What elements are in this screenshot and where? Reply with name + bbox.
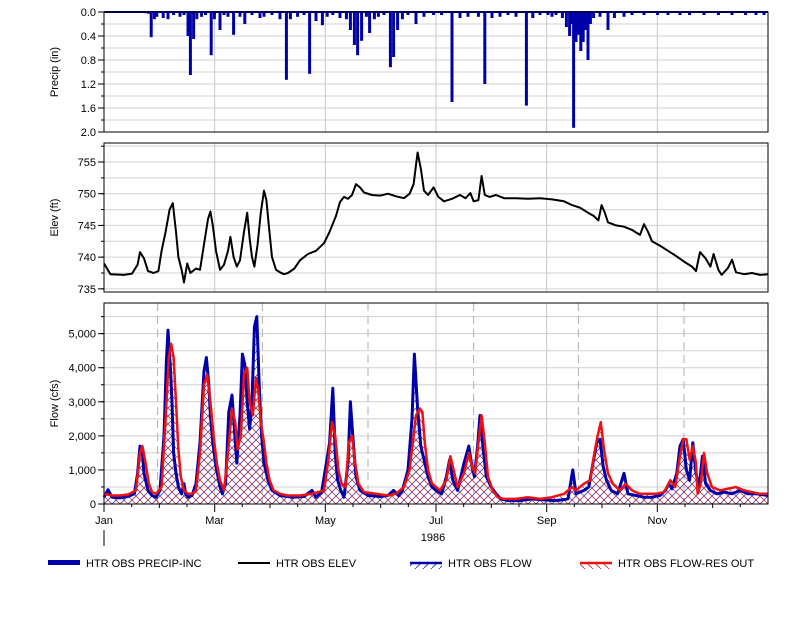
y-tick-label: 0 <box>90 499 96 511</box>
hydrograph-chart: 0.00.40.81.21.62.0Precip (in) 7357407457… <box>48 7 769 570</box>
precip-bar <box>483 12 487 84</box>
x-tick-label: Mar <box>205 515 224 527</box>
precip-bar <box>314 12 318 21</box>
y-tick-label: 1,000 <box>68 465 96 477</box>
precip-bar <box>288 12 292 20</box>
y-tick-label: 1.6 <box>81 103 96 115</box>
legend-label: HTR OBS FLOW-RES OUT <box>618 558 754 570</box>
precip-bar <box>400 12 404 20</box>
x-tick-label: Jan <box>95 515 113 527</box>
precip-bar <box>149 12 153 38</box>
x-year-label: 1986 <box>421 532 445 544</box>
y-tick-label: 735 <box>78 284 96 296</box>
y-axis-label: Precip (in) <box>49 47 61 97</box>
precip-bar <box>195 12 199 20</box>
legend-label: HTR OBS PRECIP-INC <box>86 558 202 570</box>
y-tick-label: 750 <box>78 189 96 201</box>
precip-bar <box>360 12 364 41</box>
precip-panel: 0.0 0.4 0.8 1.2 1.6 2.0 Precip (in) <box>49 7 769 139</box>
legend-label: HTR OBS FLOW <box>448 558 532 570</box>
precip-bar <box>344 12 348 20</box>
precip-bar <box>388 12 392 68</box>
precip-bar <box>320 12 324 26</box>
precip-bar <box>308 12 312 74</box>
y-tick-label: 3,000 <box>68 397 96 409</box>
precip-bar <box>414 12 418 24</box>
precip-bar <box>450 12 454 102</box>
precip-bar <box>188 12 192 75</box>
precip-bar <box>372 12 376 20</box>
y-tick-label: 5,000 <box>68 329 96 341</box>
y-tick-label: 0.0 <box>81 7 96 19</box>
precip-bar <box>209 12 213 56</box>
precip-bar <box>212 12 216 20</box>
precip-bar <box>606 12 610 30</box>
precip-bar <box>348 12 352 30</box>
precip-bar <box>218 12 222 30</box>
x-axis: 1986 Jan Mar May Jul Sep Nov <box>95 504 741 546</box>
flow-panel: 0 1,000 2,000 3,000 4,000 5,000 Flow (cfs) <box>49 302 769 511</box>
precip-bar <box>166 12 170 20</box>
x-tick-label: Jul <box>429 515 443 527</box>
y-tick-label: 745 <box>78 220 96 232</box>
x-tick-label: May <box>315 515 336 527</box>
y-tick-label: 755 <box>78 157 96 169</box>
precip-bar <box>352 12 356 45</box>
precip-bar <box>368 12 372 33</box>
y-tick-label: 740 <box>78 252 96 264</box>
precip-bar <box>588 12 592 24</box>
y-tick-label: 4,000 <box>68 363 96 375</box>
precip-bar <box>192 12 196 39</box>
y-tick-label: 0.8 <box>81 55 96 67</box>
x-tick-label: Nov <box>648 515 668 527</box>
precip-bar <box>356 12 360 56</box>
precip-bar <box>232 12 236 35</box>
precip-bar <box>524 12 528 106</box>
precip-bar <box>564 12 568 27</box>
legend: HTR OBS PRECIP-INC HTR OBS ELEV HTR OBS FL… <box>48 558 754 570</box>
legend-label: HTR OBS ELEV <box>276 558 357 570</box>
y-axis-label: Flow (cfs) <box>49 380 61 428</box>
precip-bar <box>278 12 282 20</box>
y-tick-label: 0.4 <box>81 31 96 43</box>
precip-bar <box>243 12 247 24</box>
y-tick-label: 1.2 <box>81 79 96 91</box>
precip-bar <box>396 12 400 30</box>
y-tick-label: 2,000 <box>68 431 96 443</box>
y-axis-label: Elev (ft) <box>49 199 61 237</box>
precip-bar <box>392 12 396 57</box>
y-tick-label: 2.0 <box>81 127 96 139</box>
legend-swatch <box>48 560 80 565</box>
x-tick-label: Sep <box>537 515 557 527</box>
elev-panel: 735 740 745 750 755 Elev (ft) <box>49 142 769 296</box>
precip-bar <box>284 12 288 80</box>
